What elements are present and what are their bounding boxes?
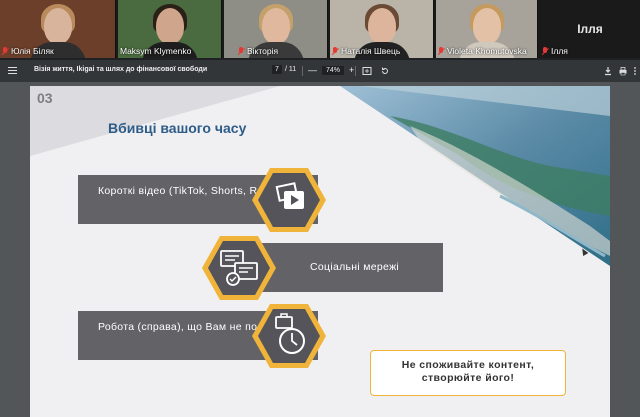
participant-face: [261, 8, 290, 44]
zoom-out-button[interactable]: —: [308, 65, 317, 75]
participant-name-label: Наталія Швець: [332, 46, 400, 56]
self-display-name: Ілля: [577, 22, 603, 36]
page-number-input[interactable]: 7: [272, 65, 282, 74]
participant-name: Maksym Klymenko: [120, 46, 192, 56]
participant-name-label: Юлія Біляк: [2, 46, 54, 56]
slide-number: 03: [37, 90, 53, 106]
slide-title: Вбивці вашого часу: [108, 120, 247, 136]
participant-face: [367, 8, 396, 44]
zoom-in-button[interactable]: +: [349, 65, 354, 75]
participant-tile[interactable]: Violeta Khomutovska: [436, 0, 538, 58]
zoom-level-input[interactable]: 74%: [322, 65, 345, 75]
mic-off-icon: [542, 46, 549, 56]
video-call-window: Юлія Біляк Maksym Klymenko Вікторія Ната…: [0, 0, 640, 417]
participant-name: Вікторія: [247, 46, 279, 56]
self-name: Ілля: [551, 46, 568, 56]
print-icon[interactable]: [618, 66, 628, 76]
self-name-label: Ілля: [542, 46, 568, 56]
participant-face: [43, 8, 72, 44]
briefcase-clock-icon: [252, 304, 326, 368]
participant-name-label: Violeta Khomutovska: [438, 46, 527, 56]
call-to-action-box: Не споживайте контент, створюйте його!: [370, 350, 566, 396]
participant-face: [155, 8, 184, 44]
participant-strip: Юлія Біляк Maksym Klymenko Вікторія Ната…: [0, 0, 640, 58]
participant-name: Violeta Khomutovska: [447, 46, 527, 56]
participant-tile[interactable]: Вікторія: [224, 0, 328, 58]
participant-name: Наталія Швець: [341, 46, 401, 56]
participant-name-label: Maksym Klymenko: [120, 46, 191, 56]
participant-name-label: Вікторія: [238, 46, 278, 56]
mic-off-icon: [2, 46, 9, 56]
document-title: Візія життя, Ikigai та шлях до фінансово…: [34, 66, 208, 73]
toolbar-divider: [302, 66, 303, 76]
participant-tile[interactable]: Юлія Біляк: [0, 0, 116, 58]
participant-face: [472, 8, 501, 44]
participant-tile[interactable]: Наталія Швець: [330, 0, 434, 58]
mic-off-icon: [332, 46, 339, 56]
participant-name: Юлія Біляк: [11, 46, 54, 56]
mic-off-icon: [438, 46, 445, 56]
mic-off-icon: [238, 46, 245, 56]
rotate-icon[interactable]: [380, 66, 390, 76]
more-options-icon[interactable]: [632, 66, 638, 76]
chat-icon: [202, 236, 276, 300]
pdf-toolbar: Візія життя, Ikigai та шлях до фінансово…: [0, 60, 640, 82]
self-tile[interactable]: Ілля Ілля: [540, 0, 640, 58]
slide-page: 03 Вбивці вашого часу Короткі відео (Tik…: [30, 86, 610, 417]
participant-tile[interactable]: Maksym Klymenko: [118, 0, 222, 58]
download-icon[interactable]: [603, 66, 613, 76]
page-navigator: 7 / 11: [272, 65, 296, 74]
toolbar-divider: [355, 66, 356, 76]
page-total: / 11: [285, 66, 297, 73]
video-icon: [252, 168, 326, 232]
menu-icon[interactable]: [8, 67, 17, 74]
fit-page-icon[interactable]: [362, 66, 372, 76]
zoom-controls: — 74% +: [308, 65, 354, 75]
